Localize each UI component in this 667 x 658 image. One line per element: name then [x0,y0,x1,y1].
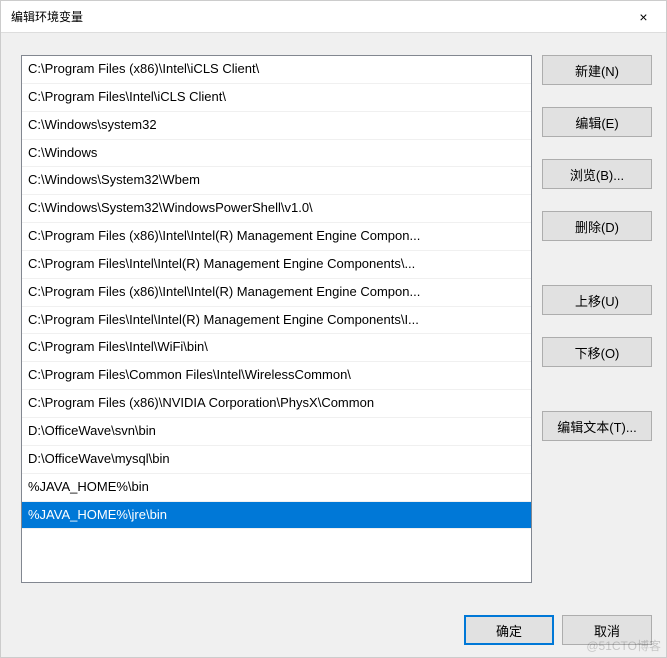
list-item[interactable]: C:\Program Files\Intel\Intel(R) Manageme… [22,307,531,335]
side-buttons: 新建(N) 编辑(E) 浏览(B)... 删除(D) 上移(U) 下移(O) 编… [542,55,652,601]
list-item[interactable]: C:\Program Files\Common Files\Intel\Wire… [22,362,531,390]
moveup-button[interactable]: 上移(U) [542,285,652,315]
list-item[interactable]: C:\Program Files (x86)\Intel\Intel(R) Ma… [22,279,531,307]
cancel-button[interactable]: 取消 [562,615,652,645]
browse-button[interactable]: 浏览(B)... [542,159,652,189]
edit-env-var-dialog: 编辑环境变量 × C:\Program Files (x86)\Intel\iC… [0,0,667,658]
new-button[interactable]: 新建(N) [542,55,652,85]
list-item[interactable]: C:\Program Files\Intel\WiFi\bin\ [22,334,531,362]
list-item[interactable]: C:\Program Files\Intel\Intel(R) Manageme… [22,251,531,279]
list-item[interactable]: %JAVA_HOME%\jre\bin [22,502,531,530]
close-button[interactable]: × [621,1,666,33]
list-item[interactable]: C:\Program Files\Intel\iCLS Client\ [22,84,531,112]
titlebar: 编辑环境变量 × [1,1,666,33]
list-item[interactable]: D:\OfficeWave\mysql\bin [22,446,531,474]
list-item[interactable]: C:\Program Files (x86)\Intel\iCLS Client… [22,56,531,84]
list-item[interactable]: C:\Windows\System32\WindowsPowerShell\v1… [22,195,531,223]
main-area: C:\Program Files (x86)\Intel\iCLS Client… [21,55,652,601]
list-item[interactable]: C:\Windows [22,140,531,168]
close-icon: × [639,9,647,25]
list-item[interactable]: %JAVA_HOME%\bin [22,474,531,502]
list-item[interactable]: D:\OfficeWave\svn\bin [22,418,531,446]
path-listbox[interactable]: C:\Program Files (x86)\Intel\iCLS Client… [21,55,532,583]
list-item[interactable]: C:\Program Files (x86)\NVIDIA Corporatio… [22,390,531,418]
list-item[interactable]: C:\Program Files (x86)\Intel\Intel(R) Ma… [22,223,531,251]
delete-button[interactable]: 删除(D) [542,211,652,241]
ok-button[interactable]: 确定 [464,615,554,645]
list-item[interactable]: C:\Windows\system32 [22,112,531,140]
edit-button[interactable]: 编辑(E) [542,107,652,137]
list-item[interactable]: C:\Windows\System32\Wbem [22,167,531,195]
dialog-content: C:\Program Files (x86)\Intel\iCLS Client… [1,33,666,657]
movedown-button[interactable]: 下移(O) [542,337,652,367]
edittext-button[interactable]: 编辑文本(T)... [542,411,652,441]
dialog-footer: 确定 取消 [21,601,652,645]
window-title: 编辑环境变量 [11,8,83,25]
